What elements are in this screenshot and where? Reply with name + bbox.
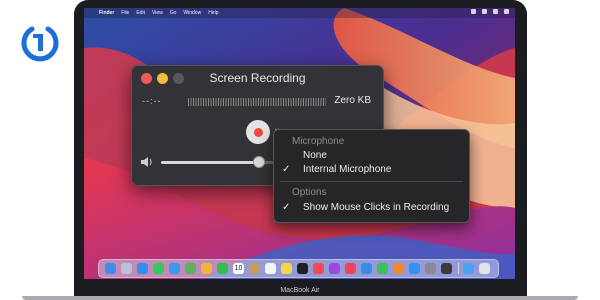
record-dot-icon: [253, 127, 263, 137]
podcasts-icon[interactable]: [329, 263, 340, 274]
menu-help[interactable]: Help: [208, 10, 218, 16]
menu-edit[interactable]: Edit: [136, 10, 145, 16]
notes-icon[interactable]: [281, 263, 292, 274]
audio-level-meter: [188, 98, 326, 106]
checkmark-icon: ✓: [282, 202, 291, 213]
search-icon[interactable]: [493, 9, 498, 14]
dock: 10: [98, 259, 499, 278]
volume-slider-knob[interactable]: [253, 156, 266, 168]
app-store-icon[interactable]: [409, 263, 420, 274]
microphone-section-header: Microphone: [292, 136, 345, 147]
menu-item-label: Show Mouse Clicks in Recording: [303, 202, 450, 213]
recording-timecode: --:--: [142, 96, 162, 106]
menu-item-show-mouse-clicks[interactable]: ✓ Show Mouse Clicks in Recording: [279, 202, 464, 215]
power-logo-icon: [21, 26, 59, 62]
finder-icon[interactable]: [105, 263, 116, 274]
record-button[interactable]: [246, 120, 270, 144]
facetime-icon[interactable]: [217, 263, 228, 274]
launchpad-icon[interactable]: [121, 263, 132, 274]
menu-item-internal-microphone[interactable]: ✓ Internal Microphone: [279, 164, 464, 177]
checkmark-icon: ✓: [282, 164, 291, 175]
options-section-header: Options: [292, 187, 327, 198]
window-title: Screen Recording: [209, 71, 306, 85]
menu-view[interactable]: View: [152, 10, 163, 16]
menu-window[interactable]: Window: [183, 10, 201, 16]
volume-fill: [161, 161, 260, 164]
photos-icon[interactable]: [201, 263, 212, 274]
reminders-icon[interactable]: [265, 263, 276, 274]
numbers-icon[interactable]: [377, 263, 388, 274]
control-center-icon[interactable]: [504, 9, 509, 14]
contacts-icon[interactable]: [249, 263, 260, 274]
speaker-icon: [141, 157, 152, 167]
laptop-model-label: MacBook Air: [280, 287, 320, 294]
menu-go[interactable]: Go: [170, 10, 177, 16]
system-preferences-icon[interactable]: [425, 263, 436, 274]
trash-icon[interactable]: [479, 263, 490, 274]
laptop-base: [22, 296, 578, 300]
file-size-label: Zero KB: [334, 95, 371, 106]
menu-finder[interactable]: Finder: [99, 10, 114, 16]
maps-icon[interactable]: [185, 263, 196, 274]
menu-item-label: Internal Microphone: [303, 164, 392, 175]
mail-icon[interactable]: [169, 263, 180, 274]
pages-icon[interactable]: [393, 263, 404, 274]
battery-icon[interactable]: [471, 9, 476, 14]
menu-bar: Finder File Edit View Go Window Help: [84, 8, 515, 18]
dock-separator: [458, 263, 459, 274]
menu-file[interactable]: File: [121, 10, 129, 16]
options-menu: Microphone None ✓ Internal Microphone Op…: [273, 129, 470, 223]
messages-icon[interactable]: [153, 263, 164, 274]
keynote-icon[interactable]: [361, 263, 372, 274]
volume-slider[interactable]: [161, 161, 287, 164]
news-icon[interactable]: [345, 263, 356, 274]
menu-extras: [471, 9, 509, 14]
tv-icon[interactable]: [297, 263, 308, 274]
menu-item-none[interactable]: None: [279, 150, 464, 163]
safari-icon[interactable]: [137, 263, 148, 274]
calendar-icon[interactable]: 10: [233, 263, 244, 274]
wifi-icon[interactable]: [482, 9, 487, 14]
menu-separator: [280, 181, 463, 182]
music-icon[interactable]: [313, 263, 324, 274]
screen: Finder File Edit View Go Window Help Scr…: [84, 8, 515, 279]
menu-item-label: None: [303, 150, 327, 161]
screen-recording-icon[interactable]: [441, 263, 452, 274]
downloads-icon[interactable]: [463, 263, 474, 274]
